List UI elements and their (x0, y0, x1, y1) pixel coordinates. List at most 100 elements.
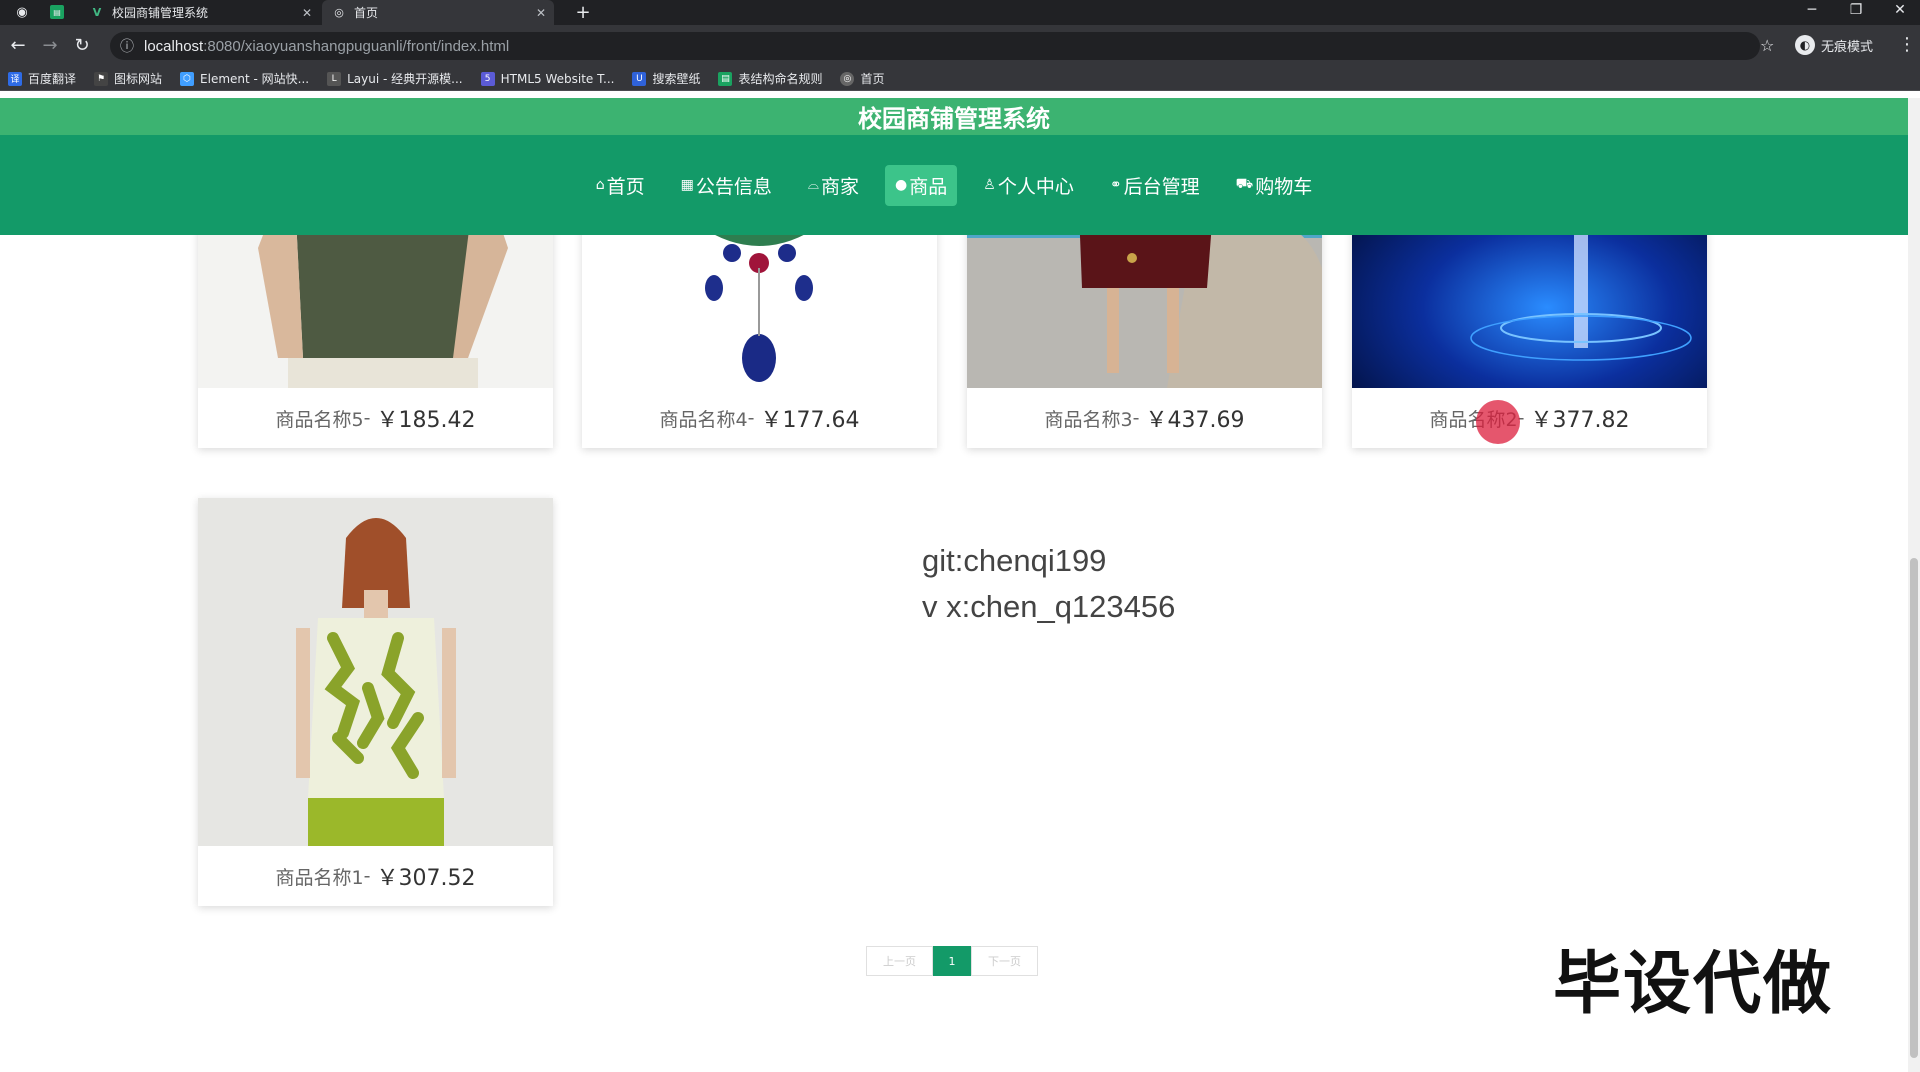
nav-item-admin[interactable]: ⚭ 后台管理 (1100, 165, 1210, 206)
scroll-thumb[interactable] (1910, 558, 1918, 1058)
nav-label: 个人中心 (997, 175, 1074, 198)
product-card[interactable]: 商品名称1 - ￥307.52 (198, 498, 553, 906)
price-separator: - (1132, 407, 1140, 429)
nav-item-goods[interactable]: ● 商品 (885, 164, 958, 206)
vue-icon: V (92, 6, 102, 19)
bookmark-label: Layui - 经典开源模... (347, 72, 463, 86)
nav-item-cart[interactable]: ⛟ 购物车 (1226, 165, 1323, 206)
page-scrollbar[interactable] (1908, 98, 1920, 1072)
bookmark-item[interactable]: U 搜索壁纸 (632, 70, 700, 87)
bookmarks-bar: 译百度翻译 ⚑ 图标网站 ⬡ Element - 网站快... L Layui - 经… (0, 67, 1920, 91)
url-host: localhost (144, 37, 204, 55)
shop-icon: ⌓ (807, 177, 819, 193)
bookmark-label: 搜索壁纸 (652, 72, 701, 86)
product-caption: 商品名称2 - ￥377.82 (1352, 388, 1707, 448)
browser-tab-strip: ◉ ▤ V 校园商铺管理系统 ✕ ◎ 首页 ✕ + ─ ❐ ✕ (0, 0, 1920, 25)
layui-icon: L (327, 71, 342, 86)
nav-item-home[interactable]: ⌂ 首页 (586, 165, 655, 206)
window-close-icon[interactable]: ✕ (1880, 2, 1920, 18)
leaf-top-image (198, 498, 553, 846)
nav-label: 公告信息 (695, 175, 772, 198)
pagination: 上一页 1 下一页 (866, 946, 1038, 976)
product-price: ￥437.69 (1145, 408, 1245, 433)
restore-icon[interactable]: ❐ (1836, 2, 1876, 18)
minimize-icon[interactable]: ─ (1792, 2, 1832, 18)
product-price: ￥185.42 (376, 408, 476, 433)
nav-label: 首页 (606, 175, 645, 198)
contact-overlay: git:chenqi199 v x:chen_q123456 (922, 538, 1175, 630)
bookmark-label: 百度翻译 (28, 72, 77, 86)
pinned-tab-icon[interactable]: ▤ (50, 5, 64, 19)
bookmark-star-icon[interactable]: ☆ (1760, 36, 1774, 55)
globe-icon: ◎ (334, 6, 344, 19)
nav-label: 购物车 (1255, 175, 1313, 198)
reload-icon[interactable]: ↻ (70, 35, 94, 56)
incognito-label: 无痕模式 (1821, 39, 1874, 55)
nav-item-announcements[interactable]: ▦ 公告信息 (671, 165, 782, 206)
nav-item-merchants[interactable]: ⌓ 商家 (798, 165, 869, 206)
new-tab-icon[interactable]: + (574, 2, 592, 23)
prev-page-button[interactable]: 上一页 (866, 946, 933, 976)
bookmark-item[interactable]: ⚑ 图标网站 (94, 70, 162, 87)
site-title-bar: 校园商铺管理系统 (0, 98, 1908, 135)
home-icon: ⌂ (595, 177, 605, 193)
close-icon[interactable]: ✕ (302, 6, 312, 20)
browser-menu-icon[interactable]: ⋮ (1898, 34, 1916, 55)
product-caption: 商品名称3 - ￥437.69 (967, 388, 1322, 448)
bookmark-label: 表结构命名规则 (738, 72, 823, 86)
price-separator: - (747, 407, 755, 429)
bookmark-label: Element - 网站快... (200, 72, 310, 86)
product-price: ￥307.52 (376, 866, 476, 891)
tab-search-icon[interactable]: ◉ (13, 3, 31, 21)
incognito-icon: ◐ (1795, 35, 1815, 55)
page-number-button[interactable]: 1 (933, 946, 971, 976)
product-caption: 商品名称4 - ￥177.64 (582, 388, 937, 448)
tab-home[interactable]: ◎ 首页 ✕ (322, 0, 554, 25)
contact-line-git: git:chenqi199 (922, 543, 1107, 578)
bookmark-item[interactable]: ▤ 表结构命名规则 (718, 70, 822, 87)
tab-label: 首页 (354, 6, 379, 20)
next-page-button[interactable]: 下一页 (971, 946, 1038, 976)
tab-campus-shop[interactable]: V 校园商铺管理系统 ✕ (80, 0, 320, 25)
ad-stamp: 毕设代做 (1553, 945, 1834, 1024)
product-caption: 商品名称5 - ￥185.42 (198, 388, 553, 448)
translate-icon: 译 (8, 71, 22, 86)
product-name: 商品名称4 (659, 408, 748, 431)
cursor-highlight (1476, 400, 1520, 444)
contact-line-wx: v x:chen_q123456 (922, 589, 1176, 624)
back-icon[interactable]: ← (6, 35, 30, 56)
product-price: ￥377.82 (1530, 408, 1630, 433)
close-icon[interactable]: ✕ (536, 6, 546, 20)
cart-icon: ⛟ (1235, 176, 1254, 192)
bookmark-item[interactable]: 5 HTML5 Website T... (480, 71, 614, 86)
incognito-indicator[interactable]: ◐ 无痕模式 (1795, 35, 1873, 55)
page-viewport: 商品名称5 - ￥185.42 商品名称4 - ￥177.64 商品名称3 - … (0, 98, 1908, 1072)
url-path: :8080/xiaoyuanshangpuguanli/front/index.… (203, 37, 510, 55)
site-info-icon[interactable]: ⓘ (120, 36, 134, 56)
bookmark-item[interactable]: ⬡ Element - 网站快... (180, 70, 309, 87)
price-separator: - (363, 407, 371, 429)
nav-label: 商家 (821, 175, 860, 198)
bookmark-item[interactable]: ◎ 首页 (840, 70, 885, 87)
html5-icon: 5 (480, 71, 495, 86)
main-nav: ⌂ 首页 ▦ 公告信息 ⌓ 商家 ● 商品 ♙ 个人中心 ⚭ 后台管理 ⛟ 购物车 (0, 135, 1908, 235)
bookmark-item[interactable]: 译百度翻译 (8, 70, 76, 87)
bookmark-label: 图标网站 (114, 72, 163, 86)
product-name: 商品名称5 (275, 408, 364, 431)
goods-icon: ● (895, 177, 908, 193)
tab-label: 校园商铺管理系统 (112, 6, 209, 20)
element-icon: ⬡ (180, 71, 195, 86)
flag-icon: ⚑ (94, 71, 109, 86)
bookmark-item[interactable]: L Layui - 经典开源模... (327, 70, 463, 87)
nav-item-profile[interactable]: ♙ 个人中心 (973, 165, 1084, 206)
link-icon: ⚭ (1109, 177, 1122, 193)
product-caption: 商品名称1 - ￥307.52 (198, 846, 553, 906)
price-separator: - (363, 865, 371, 887)
forward-icon[interactable]: → (38, 35, 62, 56)
address-bar-row: ← → ↻ ⓘ localhost:8080/xiaoyuanshangpugu… (0, 25, 1920, 67)
product-name: 商品名称1 (275, 866, 364, 889)
globe-icon: ◎ (840, 71, 855, 86)
product-name: 商品名称3 (1044, 408, 1133, 431)
product-image[interactable] (198, 498, 553, 846)
url-input[interactable]: ⓘ localhost:8080/xiaoyuanshangpuguanli/f… (110, 32, 1760, 60)
